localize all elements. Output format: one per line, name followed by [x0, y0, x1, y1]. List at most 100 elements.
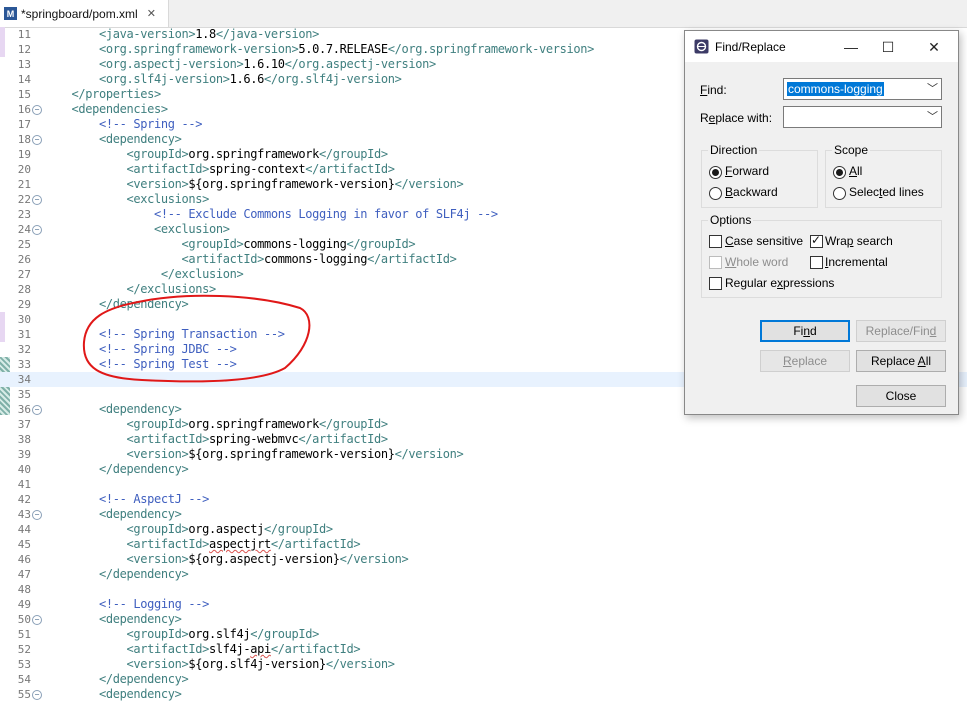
code-line[interactable]: 52 <artifactId>slf4j-api</artifactId> — [0, 642, 967, 657]
case-sensitive-checkbox[interactable] — [709, 235, 722, 248]
code-text[interactable]: <groupId>commons-logging</groupId> — [44, 237, 416, 252]
fold-toggle-icon[interactable]: − — [32, 405, 42, 415]
maximize-icon[interactable]: ☐ — [873, 36, 903, 58]
backward-radio[interactable] — [709, 187, 722, 200]
code-line[interactable]: 37 <groupId>org.springframework</groupId… — [0, 417, 967, 432]
close-button[interactable]: Close — [856, 385, 946, 407]
fold-toggle-icon[interactable]: − — [32, 690, 42, 700]
replace-all-button[interactable]: Replace All — [856, 350, 946, 372]
replace-input[interactable]: ﹀ — [783, 106, 942, 128]
line-gutter: 13 — [0, 57, 44, 72]
code-text[interactable]: <java-version>1.8</java-version> — [44, 27, 319, 42]
code-text[interactable]: </dependency> — [44, 672, 189, 687]
fold-toggle-icon[interactable]: − — [32, 195, 42, 205]
code-text[interactable]: <groupId>org.springframework</groupId> — [44, 417, 389, 432]
code-text[interactable]: <dependency> — [44, 402, 182, 417]
forward-radio[interactable] — [709, 166, 722, 179]
code-text[interactable]: <!-- Spring --> — [44, 117, 202, 132]
regex-label[interactable]: Regular expressions — [725, 276, 834, 290]
code-text[interactable]: <!-- Logging --> — [44, 597, 209, 612]
code-line[interactable]: 45 <artifactId>aspectjrt</artifactId> — [0, 537, 967, 552]
code-text[interactable]: <version>${org.springframework-version}<… — [44, 447, 464, 462]
code-text[interactable]: <org.springframework-version>5.0.7.RELEA… — [44, 42, 594, 57]
scope-all-radio[interactable] — [833, 166, 846, 179]
dialog-titlebar[interactable]: Find/Replace — ☐ ✕ — [685, 31, 958, 62]
code-line[interactable]: 43− <dependency> — [0, 507, 967, 522]
chevron-down-icon[interactable]: ﹀ — [927, 108, 938, 124]
code-line[interactable]: 41 — [0, 477, 967, 492]
code-text[interactable]: </dependency> — [44, 297, 189, 312]
fold-toggle-icon[interactable]: − — [32, 615, 42, 625]
code-text[interactable]: <dependency> — [44, 687, 182, 702]
code-line[interactable]: 50− <dependency> — [0, 612, 967, 627]
code-line[interactable]: 49 <!-- Logging --> — [0, 597, 967, 612]
code-text[interactable]: <!-- Exclude Commons Logging in favor of… — [44, 207, 498, 222]
code-line[interactable]: 42 <!-- AspectJ --> — [0, 492, 967, 507]
incremental-checkbox[interactable] — [810, 256, 823, 269]
code-line[interactable]: 46 <version>${org.aspectj-version}</vers… — [0, 552, 967, 567]
code-text[interactable]: <version>${org.aspectj-version}</version… — [44, 552, 409, 567]
code-line[interactable]: 48 — [0, 582, 967, 597]
code-text[interactable]: <artifactId>spring-webmvc</artifactId> — [44, 432, 389, 447]
case-sensitive-label[interactable]: Case sensitive — [725, 234, 803, 248]
code-text[interactable]: </exclusions> — [44, 282, 217, 297]
fold-toggle-icon[interactable]: − — [32, 135, 42, 145]
code-text[interactable]: <dependency> — [44, 507, 182, 522]
code-text[interactable]: <groupId>org.springframework</groupId> — [44, 147, 389, 162]
code-line[interactable]: 54 </dependency> — [0, 672, 967, 687]
wrap-search-checkbox[interactable] — [810, 233, 823, 248]
tab-pom-xml[interactable]: M *springboard/pom.xml ✕ — [0, 0, 169, 27]
code-text[interactable]: </dependency> — [44, 567, 189, 582]
regex-checkbox[interactable] — [709, 277, 722, 290]
options-group: Options Case sensitive Wrap search Whole… — [701, 213, 942, 298]
wrap-search-label[interactable]: Wrap search — [825, 234, 893, 248]
code-text[interactable]: <!-- Spring JDBC --> — [44, 342, 237, 357]
close-icon[interactable]: ✕ — [919, 36, 949, 58]
code-line[interactable]: 44 <groupId>org.aspectj</groupId> — [0, 522, 967, 537]
find-button[interactable]: Find — [760, 320, 850, 342]
code-text[interactable]: <artifactId>spring-context</artifactId> — [44, 162, 395, 177]
code-line[interactable]: 40 </dependency> — [0, 462, 967, 477]
forward-label[interactable]: Forward — [725, 164, 769, 178]
fold-toggle-icon[interactable]: − — [32, 510, 42, 520]
code-text[interactable]: <!-- Spring Test --> — [44, 357, 237, 372]
code-text[interactable]: <!-- AspectJ --> — [44, 492, 209, 507]
incremental-label[interactable]: Incremental — [825, 255, 888, 269]
code-text[interactable]: <groupId>org.aspectj</groupId> — [44, 522, 334, 537]
code-line[interactable]: 55− <dependency> — [0, 687, 967, 702]
code-text[interactable]: <artifactId>commons-logging</artifactId> — [44, 252, 457, 267]
code-line[interactable]: 47 </dependency> — [0, 567, 967, 582]
code-line[interactable]: 39 <version>${org.springframework-versio… — [0, 447, 967, 462]
backward-label[interactable]: Backward — [725, 185, 778, 199]
selected-lines-label[interactable]: Selected lines — [849, 185, 924, 199]
minimize-icon[interactable]: — — [836, 36, 866, 58]
code-text[interactable]: <groupId>org.slf4j</groupId> — [44, 627, 320, 642]
code-text[interactable]: </exclusion> — [44, 267, 244, 282]
fold-toggle-icon[interactable]: − — [32, 225, 42, 235]
code-text[interactable]: <artifactId>slf4j-api</artifactId> — [44, 642, 361, 657]
code-text[interactable]: </dependency> — [44, 462, 189, 477]
code-line[interactable]: 51 <groupId>org.slf4j</groupId> — [0, 627, 967, 642]
code-text[interactable]: <exclusions> — [44, 192, 210, 207]
code-text[interactable]: </properties> — [44, 87, 162, 102]
code-text[interactable]: <org.slf4j-version>1.6.6</org.slf4j-vers… — [44, 72, 402, 87]
close-icon[interactable]: ✕ — [147, 7, 156, 20]
line-number: 42 — [17, 493, 31, 506]
code-text[interactable]: <dependency> — [44, 612, 182, 627]
line-gutter: 30 — [0, 312, 44, 327]
selected-lines-radio[interactable] — [833, 187, 846, 200]
scope-all-label[interactable]: All — [849, 164, 862, 178]
code-text[interactable]: <org.aspectj-version>1.6.10</org.aspectj… — [44, 57, 436, 72]
fold-toggle-icon[interactable]: − — [32, 105, 42, 115]
code-text[interactable]: <exclusion> — [44, 222, 230, 237]
code-text[interactable]: <!-- Spring Transaction --> — [44, 327, 285, 342]
code-text[interactable]: <version>${org.springframework-version}<… — [44, 177, 464, 192]
find-input[interactable]: commons-logging ﹀ — [783, 78, 942, 100]
code-line[interactable]: 38 <artifactId>spring-webmvc</artifactId… — [0, 432, 967, 447]
code-line[interactable]: 53 <version>${org.slf4j-version}</versio… — [0, 657, 967, 672]
code-text[interactable]: <artifactId>aspectjrt</artifactId> — [44, 537, 361, 552]
code-text[interactable]: <dependencies> — [44, 102, 169, 117]
code-text[interactable]: <dependency> — [44, 132, 182, 147]
code-text[interactable]: <version>${org.slf4j-version}</version> — [44, 657, 395, 672]
chevron-down-icon[interactable]: ﹀ — [927, 80, 938, 96]
